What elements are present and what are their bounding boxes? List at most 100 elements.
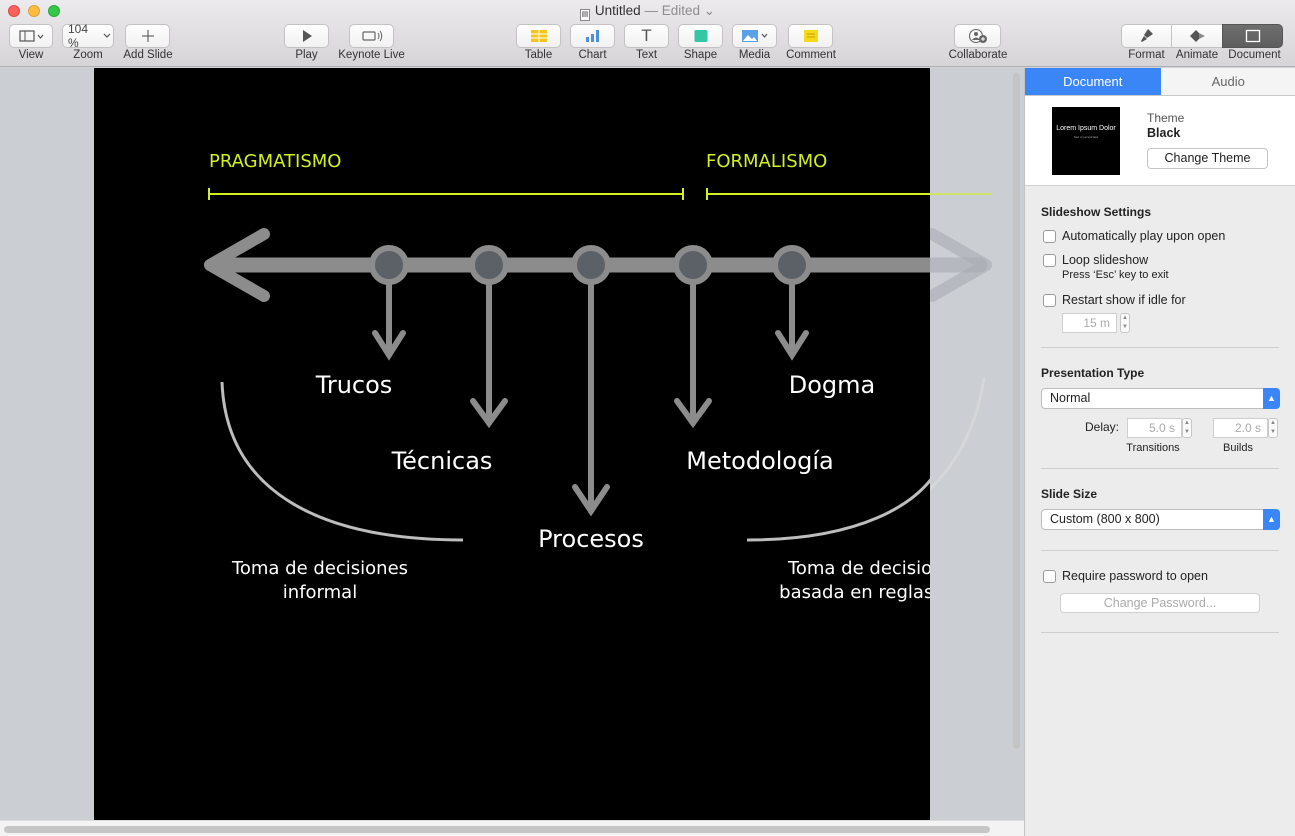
timeline-arrow: [204, 228, 930, 302]
slide[interactable]: PRAGMATISMO FORMALISMO Trucos Técnicas P…: [94, 68, 930, 821]
slide-overflow: es y fe: [930, 68, 994, 821]
transitions-field[interactable]: 5.0 s: [1127, 418, 1182, 438]
view-label: View: [18, 49, 44, 61]
branch-metodologia: [674, 262, 712, 429]
media-button[interactable]: [732, 24, 777, 48]
theme-thumbnail-subtitle: Sed ut perspiciatis: [1073, 135, 1099, 139]
chevron-down-icon[interactable]: ⌄: [704, 3, 715, 18]
plus-icon: [141, 30, 154, 42]
pragmatismo-bracket: [208, 188, 684, 200]
play-icon: [302, 30, 312, 42]
text-icon: T: [641, 26, 652, 45]
collaborate-label: Collaborate: [948, 49, 1008, 61]
heading-formalismo[interactable]: FORMALISMO: [706, 151, 827, 172]
zoom-popup[interactable]: 104 %: [62, 22, 114, 50]
label-metodologia[interactable]: Metodología: [660, 447, 860, 475]
vertical-scrollbar[interactable]: [1013, 73, 1020, 749]
play-label: Play: [295, 49, 318, 61]
slide-canvas[interactable]: PRAGMATISMO FORMALISMO Trucos Técnicas P…: [0, 68, 1024, 836]
chevron-down-icon: [103, 33, 111, 38]
collaborate-button[interactable]: [954, 24, 1001, 48]
caption-left[interactable]: Toma de decisiones informal: [210, 557, 430, 605]
auto-play-label: Automatically play upon open: [1062, 229, 1226, 243]
zoom-label: Zoom: [73, 49, 103, 61]
comment-button[interactable]: [788, 24, 833, 48]
chevron-updown-icon: ▲: [1263, 388, 1280, 409]
tab-audio[interactable]: Audio: [1161, 68, 1295, 95]
format-label: Format: [1128, 49, 1165, 61]
divider: [1041, 347, 1279, 348]
animate-button[interactable]: [1171, 24, 1223, 48]
tab-document[interactable]: Document: [1025, 68, 1161, 95]
slideshow-settings-heading: Slideshow Settings: [1041, 205, 1152, 219]
keynote-document-icon: ▤: [579, 9, 590, 21]
divider: [1041, 468, 1279, 469]
label-trucos[interactable]: Trucos: [284, 371, 424, 399]
change-theme-button[interactable]: Change Theme: [1147, 148, 1268, 169]
theme-thumbnail-title: Lorem Ipsum Dolor: [1056, 125, 1116, 132]
comment-label: Comment: [786, 49, 836, 61]
chart-button[interactable]: [570, 24, 615, 48]
theme-name: Black: [1147, 126, 1181, 140]
square-shape-icon: [694, 30, 707, 42]
require-password-checkbox[interactable]: [1043, 569, 1056, 583]
table-label: Table: [524, 49, 553, 61]
comment-icon: [803, 30, 818, 42]
zoom-value: 104 %: [68, 22, 89, 50]
divider: [1041, 550, 1279, 551]
node-dogma: [772, 245, 812, 285]
chevron-updown-icon: ▲: [1263, 509, 1280, 530]
view-button[interactable]: [9, 24, 53, 48]
idle-time-stepper[interactable]: ▲ ▼: [1120, 313, 1130, 333]
transitions-stepper[interactable]: ▲ ▼: [1182, 418, 1192, 438]
builds-label: Builds: [1223, 442, 1253, 454]
node-tecnicas: [469, 245, 509, 285]
timeline-diagram: [204, 188, 930, 542]
idle-time-field[interactable]: 15 m: [1062, 313, 1117, 333]
inspector-tabs: Document Audio: [1025, 68, 1295, 96]
label-procesos[interactable]: Procesos: [511, 525, 671, 553]
document-button[interactable]: [1222, 24, 1283, 48]
node-trucos: [369, 245, 409, 285]
diamond-icon: [1190, 30, 1205, 42]
delay-label: Delay:: [1085, 420, 1120, 434]
presentation-type-heading: Presentation Type: [1041, 366, 1145, 380]
format-button[interactable]: [1121, 24, 1172, 48]
theme-panel: Lorem Ipsum Dolor Sed ut perspiciatis Th…: [1025, 96, 1295, 186]
table-icon: [530, 30, 547, 42]
node-procesos: [571, 245, 611, 285]
shape-label: Shape: [683, 49, 718, 61]
text-button[interactable]: T: [624, 24, 669, 48]
presentation-type-popup[interactable]: Normal ▲: [1041, 388, 1280, 409]
heading-pragmatismo[interactable]: PRAGMATISMO: [209, 151, 341, 172]
label-dogma[interactable]: Dogma: [762, 371, 902, 399]
builds-field[interactable]: 2.0 s: [1213, 418, 1268, 438]
require-password-row[interactable]: Require password to open: [1043, 569, 1208, 583]
restart-row[interactable]: Restart show if idle for: [1043, 293, 1186, 307]
document-name[interactable]: Untitled: [595, 3, 641, 18]
auto-play-checkbox[interactable]: [1043, 229, 1056, 243]
loop-hint: Press ‘Esc’ key to exit: [1062, 269, 1169, 281]
label-tecnicas[interactable]: Técnicas: [362, 447, 522, 475]
restart-checkbox[interactable]: [1043, 293, 1056, 307]
change-password-button[interactable]: Change Password...: [1060, 593, 1260, 613]
broadcast-icon: [361, 30, 382, 42]
loop-row[interactable]: Loop slideshow: [1043, 253, 1148, 267]
theme-thumbnail[interactable]: Lorem Ipsum Dolor Sed ut perspiciatis: [1052, 107, 1120, 175]
keynote-live-button[interactable]: [349, 24, 394, 48]
slide-size-popup[interactable]: Custom (800 x 800) ▲: [1041, 509, 1280, 530]
slide-size-value: Custom (800 x 800): [1050, 512, 1160, 526]
shape-button[interactable]: [678, 24, 723, 48]
image-icon: [741, 30, 767, 42]
keynote-live-label: Keynote Live: [338, 49, 405, 61]
auto-play-row[interactable]: Automatically play upon open: [1043, 229, 1225, 243]
table-button[interactable]: [516, 24, 561, 48]
divider: [1041, 632, 1279, 633]
loop-checkbox[interactable]: [1043, 253, 1056, 267]
builds-stepper[interactable]: ▲ ▼: [1268, 418, 1278, 438]
horizontal-scrollbar[interactable]: [4, 826, 990, 833]
formalismo-bracket: [706, 188, 930, 200]
play-button[interactable]: [284, 24, 329, 48]
add-slide-button[interactable]: [125, 24, 170, 48]
caption-right[interactable]: Toma de decisiones basada en reglas y fe: [766, 557, 930, 605]
